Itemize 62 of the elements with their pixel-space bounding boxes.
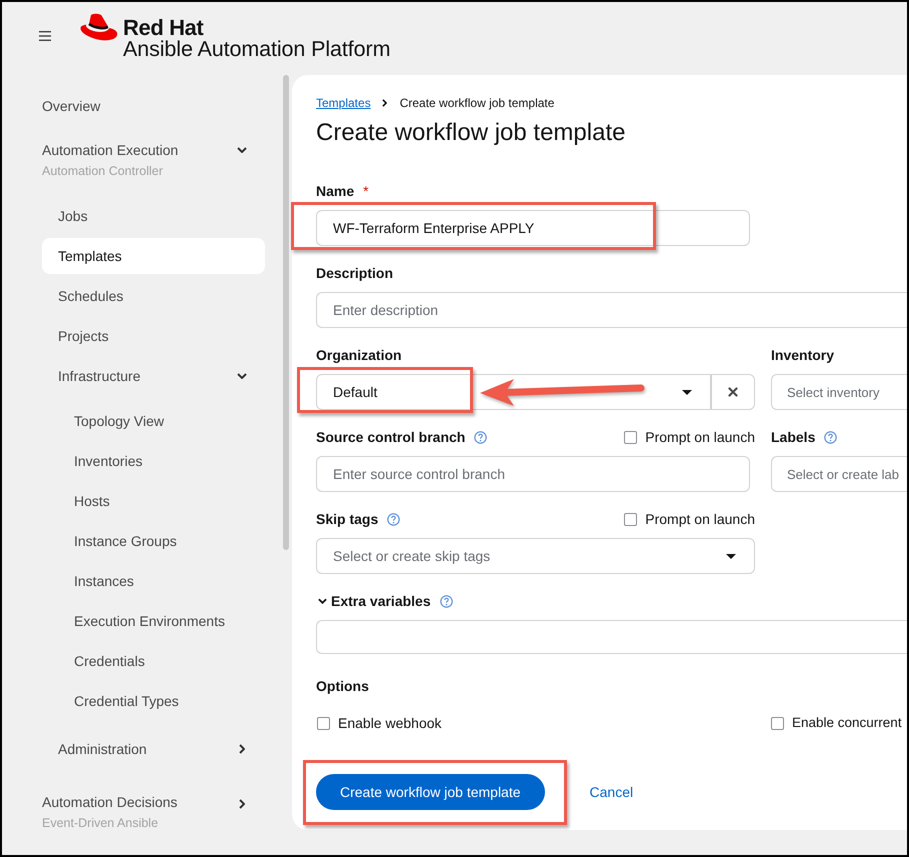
help-icon[interactable] [824,430,838,444]
menu-icon[interactable] [39,31,51,41]
checkbox[interactable] [624,430,638,444]
nav-item[interactable]: Projects [42,318,265,354]
checkbox-label[interactable]: Enable webhook [338,713,442,733]
field-label: Extra variables [331,592,431,611]
field-label: Source control branch [316,428,466,447]
field-label: Labels [771,428,816,447]
required-mark: * [363,183,369,199]
field-label: Name [316,182,354,201]
clear-button[interactable] [711,374,755,410]
nav-group[interactable]: Infrastructure [42,358,265,394]
source-control-branch-input[interactable]: Enter source control branch [316,456,750,492]
field-label: Organization [316,346,402,365]
name-input[interactable]: WF-Terraform Enterprise APPLY [316,210,750,246]
nav-item[interactable]: Credential Types [58,683,265,719]
nav-item[interactable]: Overview [26,88,265,124]
create-button[interactable]: Create workflow job template [316,774,545,810]
labels-select[interactable]: Select or create lab [771,456,907,492]
scrollbar-thumb[interactable] [283,75,289,550]
page-title: Create workflow job template [316,118,626,148]
nav-group[interactable]: Automation Decisions Event-Driven Ansible [26,780,265,840]
product-name: Ansible Automation Platform [123,38,390,60]
skip-tags-select[interactable]: Select or create skip tags [316,538,755,574]
checkbox[interactable] [317,716,330,730]
field-label: Inventory [771,346,834,365]
nav-item[interactable]: Templates [42,238,265,274]
checkbox-label[interactable]: Prompt on launch [645,427,755,447]
breadcrumb-link[interactable]: Templates [316,96,371,110]
help-icon[interactable] [387,512,400,526]
nav-group[interactable]: Automation Execution Automation Controller [26,128,265,188]
checkbox-label[interactable]: Prompt on launch [645,509,755,529]
field-label: Description [316,264,394,283]
nav-item[interactable]: Credentials [58,643,265,679]
organization-select[interactable]: Default [316,374,711,410]
nav-item[interactable]: Hosts [58,483,265,519]
checkbox[interactable] [771,716,784,730]
field-label: Skip tags [316,510,378,529]
options-heading: Options [316,677,369,696]
caret-icon [726,554,736,558]
nav-group[interactable]: Administration [42,731,265,767]
checkbox[interactable] [624,512,638,526]
nav-item[interactable]: Schedules [42,278,265,314]
nav-item[interactable]: Inventories [58,443,265,479]
nav-item[interactable]: Execution Environments [58,603,265,639]
checkbox-label[interactable]: Enable concurrent [792,713,902,733]
help-icon[interactable] [474,430,488,444]
breadcrumb-current: Create workflow job template [400,96,554,110]
hat-icon [79,13,119,43]
caret-icon [682,390,692,394]
brand-name: Red Hat [123,17,204,38]
help-icon[interactable] [440,594,453,608]
chevron-right-icon [382,99,387,107]
inventory-select[interactable]: Select inventory [771,374,907,410]
cancel-link[interactable]: Cancel [590,780,634,804]
close-icon [728,387,738,397]
nav-item[interactable]: Instance Groups [58,523,265,559]
nav-item[interactable]: Jobs [42,198,265,234]
nav-item[interactable]: Topology View [58,403,265,439]
description-input[interactable]: Enter description [316,292,907,328]
nav-item[interactable]: Instances [58,563,265,599]
chevron-down-icon[interactable] [318,598,327,604]
